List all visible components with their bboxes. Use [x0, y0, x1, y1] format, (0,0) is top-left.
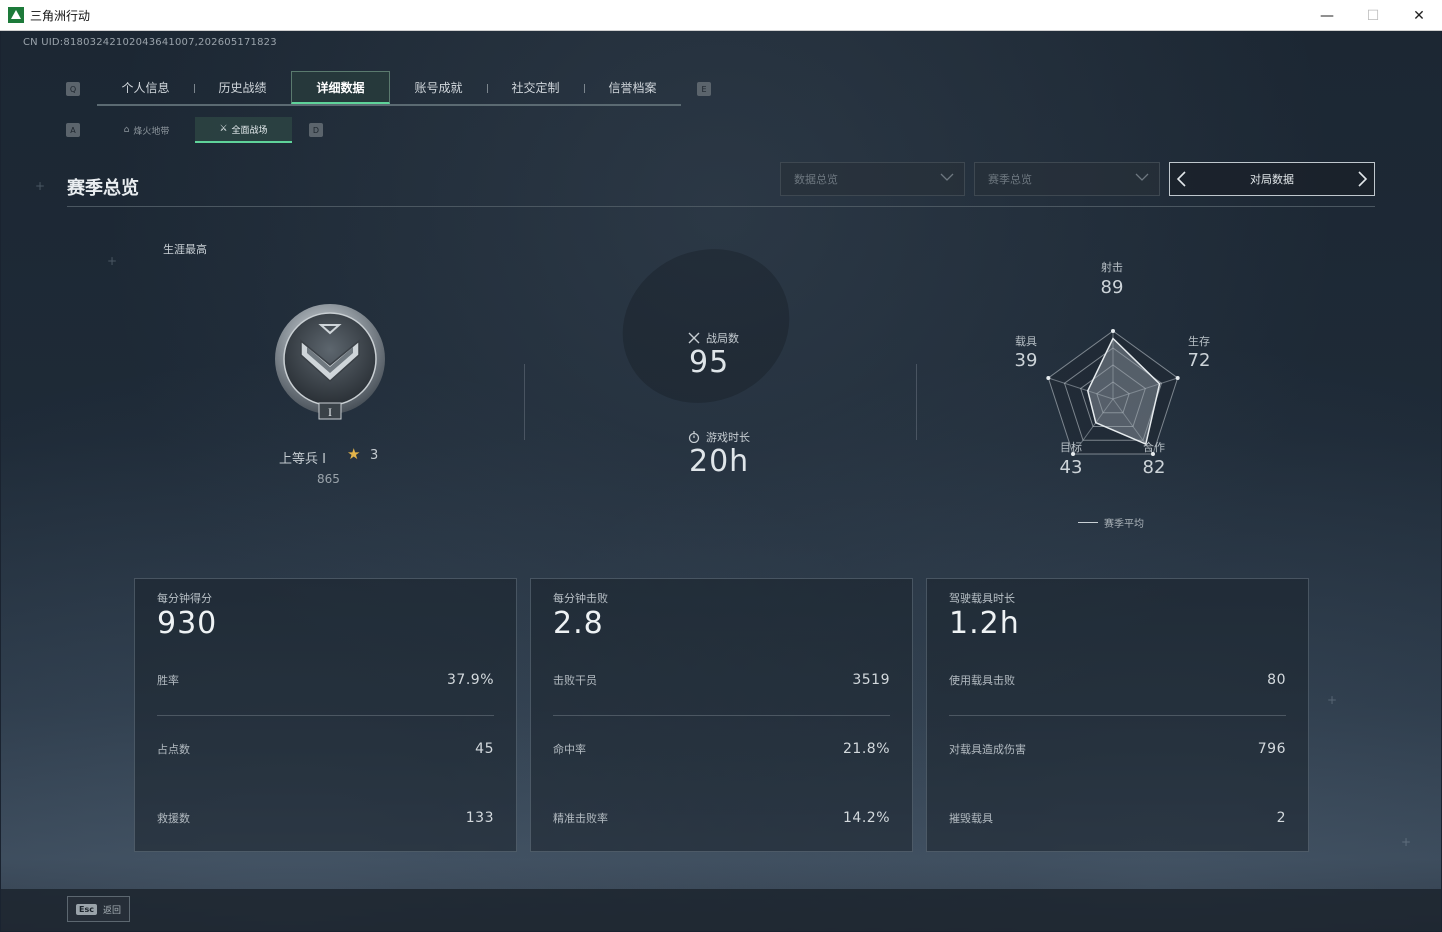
star-icon: ★	[347, 445, 361, 463]
tab-achievements[interactable]: 账号成就	[390, 71, 487, 104]
radar-value-shooting: 89	[1100, 277, 1124, 298]
stat-row: 救援数 133	[157, 810, 494, 826]
close-button[interactable]: ✕	[1396, 0, 1442, 31]
player-uid: CN UID:8180324210204364100​7,20260517182…	[23, 37, 277, 48]
radar-label-survival: 生存	[1188, 335, 1210, 348]
card-value: 1.2h	[949, 606, 1020, 641]
window-title: 三角洲行动	[30, 8, 91, 23]
radar-value-vehicle: 39	[1014, 350, 1038, 371]
next-subtab-key-hint[interactable]: D	[309, 123, 323, 137]
radar-value-objective: 43	[1059, 457, 1083, 478]
rank-name: 上等兵 I	[279, 452, 326, 467]
crossed-swords-icon	[688, 332, 700, 344]
radar-label-objective: 目标	[1060, 441, 1082, 454]
card-title: 驾驶载具时长	[949, 592, 1015, 605]
subtab-operations[interactable]: ⌂ 烽火地带	[98, 117, 195, 143]
stopwatch-icon	[688, 431, 700, 443]
rank-star-count: 3	[370, 448, 379, 463]
match-data-pager: 对局数据	[1169, 162, 1375, 196]
esc-key-hint: Esc	[76, 903, 97, 915]
radar-value-teamwork: 82	[1142, 457, 1166, 478]
chevron-down-icon	[940, 173, 954, 181]
next-tab-key-hint[interactable]: E	[697, 82, 711, 96]
game-viewport: CN UID:8180324210204364100​7,20260517182…	[1, 31, 1441, 931]
pager-label: 对局数据	[1250, 173, 1294, 186]
radar-label-vehicle: 载具	[1015, 335, 1037, 348]
main-tab-bar: 个人信息 历史战绩 详细数据 账号成就 社交定制 信誉档案	[97, 71, 681, 106]
season-dropdown-value: 赛季总览	[988, 173, 1032, 186]
matches-count: 95	[689, 345, 730, 380]
minimize-button[interactable]: —	[1304, 0, 1350, 31]
score-stats-card: 每分钟得分 930 胜率 37.9% 占点数 45 救援数 133	[134, 578, 517, 852]
radar-value-survival: 72	[1187, 350, 1211, 371]
radar-label-shooting: 射击	[1101, 261, 1123, 274]
legend-label: 赛季平均	[1104, 519, 1144, 530]
back-button[interactable]: Esc 返回	[67, 896, 130, 922]
vehicle-stats-card: 驾驶载具时长 1.2h 使用载具击败 80 对载具造成伤害 796 摧毁载具 2	[926, 578, 1309, 852]
tab-personal-info[interactable]: 个人信息	[97, 71, 194, 104]
radar-vertex-dot	[1046, 375, 1051, 380]
chevron-down-icon	[1135, 173, 1149, 181]
card-divider	[157, 715, 494, 716]
playtime-value: 20h	[689, 444, 750, 479]
chevron-right-icon[interactable]	[1354, 169, 1370, 189]
card-value: 930	[157, 606, 218, 641]
card-divider	[553, 715, 890, 716]
divider	[524, 364, 525, 440]
decor-plus: +	[107, 254, 118, 268]
tab-reputation[interactable]: 信誉档案	[584, 71, 681, 104]
stat-row: 胜率 37.9%	[157, 672, 494, 688]
decor-plus: +	[35, 179, 46, 193]
section-divider	[67, 206, 1375, 207]
background-dish	[597, 222, 815, 430]
matches-label: 战局数	[688, 330, 739, 346]
app-logo-icon	[8, 7, 24, 23]
card-title: 每分钟击败	[553, 592, 608, 605]
season-dropdown[interactable]: 赛季总览	[974, 162, 1160, 196]
data-type-dropdown-value: 数据总览	[794, 173, 838, 186]
radar-vertex-dot	[1111, 329, 1115, 333]
card-title: 每分钟得分	[157, 592, 212, 605]
combat-stats-card: 每分钟击败 2.8 击败干员 3519 命中率 21.8% 精准击败率 14.2%	[530, 578, 913, 852]
playtime-label: 游戏时长	[688, 429, 750, 445]
divider	[916, 364, 917, 440]
card-value: 2.8	[553, 606, 604, 641]
radar-label-teamwork: 合作	[1143, 441, 1165, 454]
battlefield-icon: ⚔	[219, 124, 228, 134]
back-label: 返回	[102, 905, 121, 916]
stat-row: 摧毁载具 2	[949, 810, 1286, 826]
decor-plus: +	[1327, 693, 1338, 707]
stat-row: 击败干员 3519	[553, 672, 890, 688]
career-best-label: 生涯最高	[163, 243, 207, 256]
rank-badge-icon: I	[275, 304, 385, 420]
data-type-dropdown[interactable]: 数据总览	[780, 162, 965, 196]
tab-social-custom[interactable]: 社交定制	[487, 71, 584, 104]
card-divider	[949, 715, 1286, 716]
subtab-operations-label: 烽火地带	[133, 126, 170, 137]
decor-plus: +	[1401, 835, 1412, 849]
section-title: 赛季总览	[67, 178, 139, 199]
radar-legend: 赛季平均	[1078, 515, 1144, 530]
prev-tab-key-hint[interactable]: Q	[66, 82, 80, 96]
radar-vertex-dot	[1175, 375, 1180, 380]
window-titlebar: 三角洲行动 — ☐ ✕	[0, 0, 1442, 31]
subtab-warfare-label: 全面战场	[231, 125, 268, 136]
stat-row: 精准击败率 14.2%	[553, 810, 890, 826]
stat-row: 使用载具击败 80	[949, 672, 1286, 688]
stat-row: 命中率 21.8%	[553, 741, 890, 757]
rank-numeral: I	[328, 405, 332, 419]
maximize-button[interactable]: ☐	[1350, 0, 1396, 31]
rank-points: 865	[317, 472, 340, 486]
chevron-left-icon[interactable]	[1174, 169, 1190, 189]
tab-history[interactable]: 历史战绩	[194, 71, 291, 104]
stat-row: 占点数 45	[157, 741, 494, 757]
subtab-warfare[interactable]: ⚔ 全面战场	[195, 117, 292, 143]
stat-row: 对载具造成伤害 796	[949, 741, 1286, 757]
sub-tab-bar: ⌂ 烽火地带 ⚔ 全面战场	[98, 117, 292, 143]
outpost-icon: ⌂	[123, 125, 130, 135]
legend-line	[1078, 522, 1098, 523]
prev-subtab-key-hint[interactable]: A	[66, 123, 80, 137]
tab-detailed-data[interactable]: 详细数据	[291, 71, 390, 104]
bottom-bar: Esc 返回	[1, 889, 1441, 931]
